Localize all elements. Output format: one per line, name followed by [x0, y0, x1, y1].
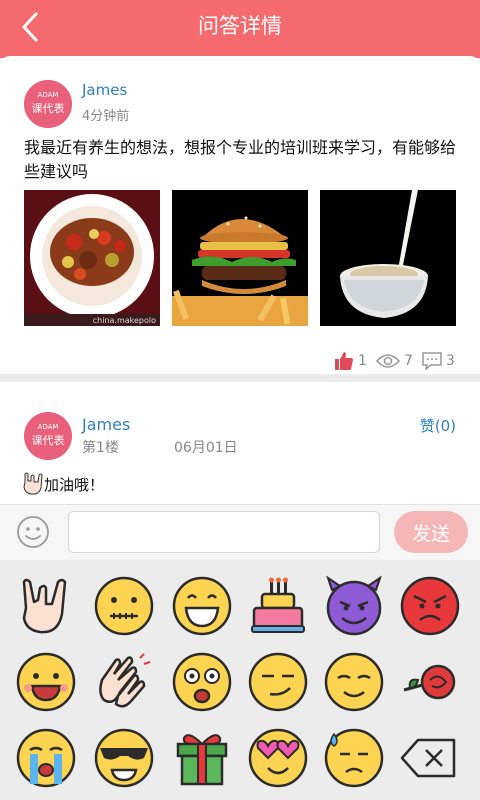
emoji-grinning[interactable] — [170, 574, 234, 638]
emoji-relieved-smile[interactable] — [322, 650, 386, 714]
eye-icon — [376, 354, 400, 368]
header-bar: 问答详情 — [0, 0, 480, 58]
emoji-sweat-face[interactable] — [322, 726, 386, 790]
photo-spicy-dish[interactable]: china.makepolo — [24, 190, 160, 326]
thumbs-up-icon — [335, 352, 353, 370]
backspace-icon — [400, 738, 456, 778]
reply-date: 06月01日 — [174, 440, 238, 456]
emoji-clapping-hands[interactable] — [92, 650, 156, 714]
emoji-birthday-cake[interactable] — [246, 574, 310, 638]
emoji-keyboard — [0, 560, 480, 800]
rock-hand-icon — [22, 578, 67, 634]
reply-item: ADAM 课代表 James 第1楼 06月01日 赞(0) 加油哦！ — [0, 382, 480, 504]
reply-content: 加油哦！ — [22, 472, 104, 496]
emoji-shocked[interactable] — [170, 650, 234, 714]
comment-input-bar: 发送 — [0, 504, 480, 560]
emoji-gift-box[interactable] — [170, 726, 234, 790]
emoji-red-rose[interactable] — [398, 650, 462, 714]
emoji-sunglasses[interactable] — [92, 726, 156, 790]
photo-burger-and-fries[interactable] — [172, 190, 308, 326]
avatar-text: 课代表 — [32, 101, 65, 115]
avatar[interactable]: ADAM 课代表 — [24, 80, 72, 128]
sunglasses-face-icon — [94, 728, 154, 788]
avatar[interactable]: ADAM 课代表 — [24, 412, 72, 460]
comment-stat[interactable]: 3 — [422, 350, 455, 372]
avatar-brand: ADAM — [38, 423, 59, 431]
gift-box-icon — [176, 734, 228, 786]
angry-face-icon — [400, 576, 460, 636]
photo-milk-splash[interactable] — [320, 190, 456, 326]
like-stat[interactable]: 1 — [334, 350, 367, 372]
emoji-laughing[interactable] — [14, 650, 78, 714]
laughing-icon — [16, 652, 76, 712]
post-username[interactable]: James — [82, 81, 127, 99]
birthday-cake-icon — [251, 577, 305, 633]
page-title: 问答详情 — [198, 14, 282, 38]
emoji-angry-red[interactable] — [398, 574, 462, 638]
zipper-mouth-icon — [94, 576, 154, 636]
reply-like-button[interactable]: 赞(0) — [420, 415, 456, 436]
heart-eyes-icon — [248, 728, 308, 788]
rock-hand-icon — [23, 472, 43, 495]
grinning-icon — [172, 576, 232, 636]
shocked-face-icon — [172, 652, 232, 712]
post-text: 我最近有养生的想法，想报个专业的培训班来学习，有能够给些建议吗 — [24, 138, 457, 181]
emoji-toggle-icon[interactable] — [16, 515, 50, 549]
emoji-crying[interactable] — [14, 726, 78, 790]
emoji-rock-hand[interactable] — [14, 574, 78, 638]
backspace-key[interactable] — [398, 726, 462, 790]
comment-icon — [422, 352, 442, 370]
avatar-brand: ADAM — [38, 91, 59, 99]
clapping-hands-icon — [99, 653, 151, 708]
emoji-purple-devil[interactable] — [322, 574, 386, 638]
comment-input[interactable] — [68, 511, 380, 553]
post-time: 4分钟前 — [82, 109, 130, 124]
purple-devil-icon — [326, 575, 382, 636]
smirk-face-icon — [248, 652, 308, 712]
emoji-smirk[interactable] — [246, 650, 310, 714]
crying-face-icon — [16, 728, 76, 788]
reply-floor: 第1楼 — [82, 440, 119, 456]
emoji-heart-eyes[interactable] — [246, 726, 310, 790]
relieved-smile-icon — [324, 652, 384, 712]
send-button[interactable]: 发送 — [394, 511, 468, 553]
view-count: 7 — [404, 353, 413, 369]
sweat-face-icon — [324, 728, 384, 788]
question-card: ADAM 课代表 James 4分钟前 我最近有养生的想法，想报个专业的培训班来… — [0, 56, 480, 374]
like-count: 1 — [358, 353, 367, 369]
reply-text: 加油哦！ — [44, 475, 105, 494]
comment-count: 3 — [446, 353, 455, 369]
section-divider — [0, 374, 480, 382]
photo-watermark: china.makepolo — [93, 316, 156, 325]
emoji-zipper-mouth[interactable] — [92, 574, 156, 638]
avatar-text: 课代表 — [32, 433, 65, 447]
view-stat: 7 — [376, 350, 413, 372]
reply-username[interactable]: James — [82, 415, 130, 434]
rose-icon — [403, 664, 456, 700]
